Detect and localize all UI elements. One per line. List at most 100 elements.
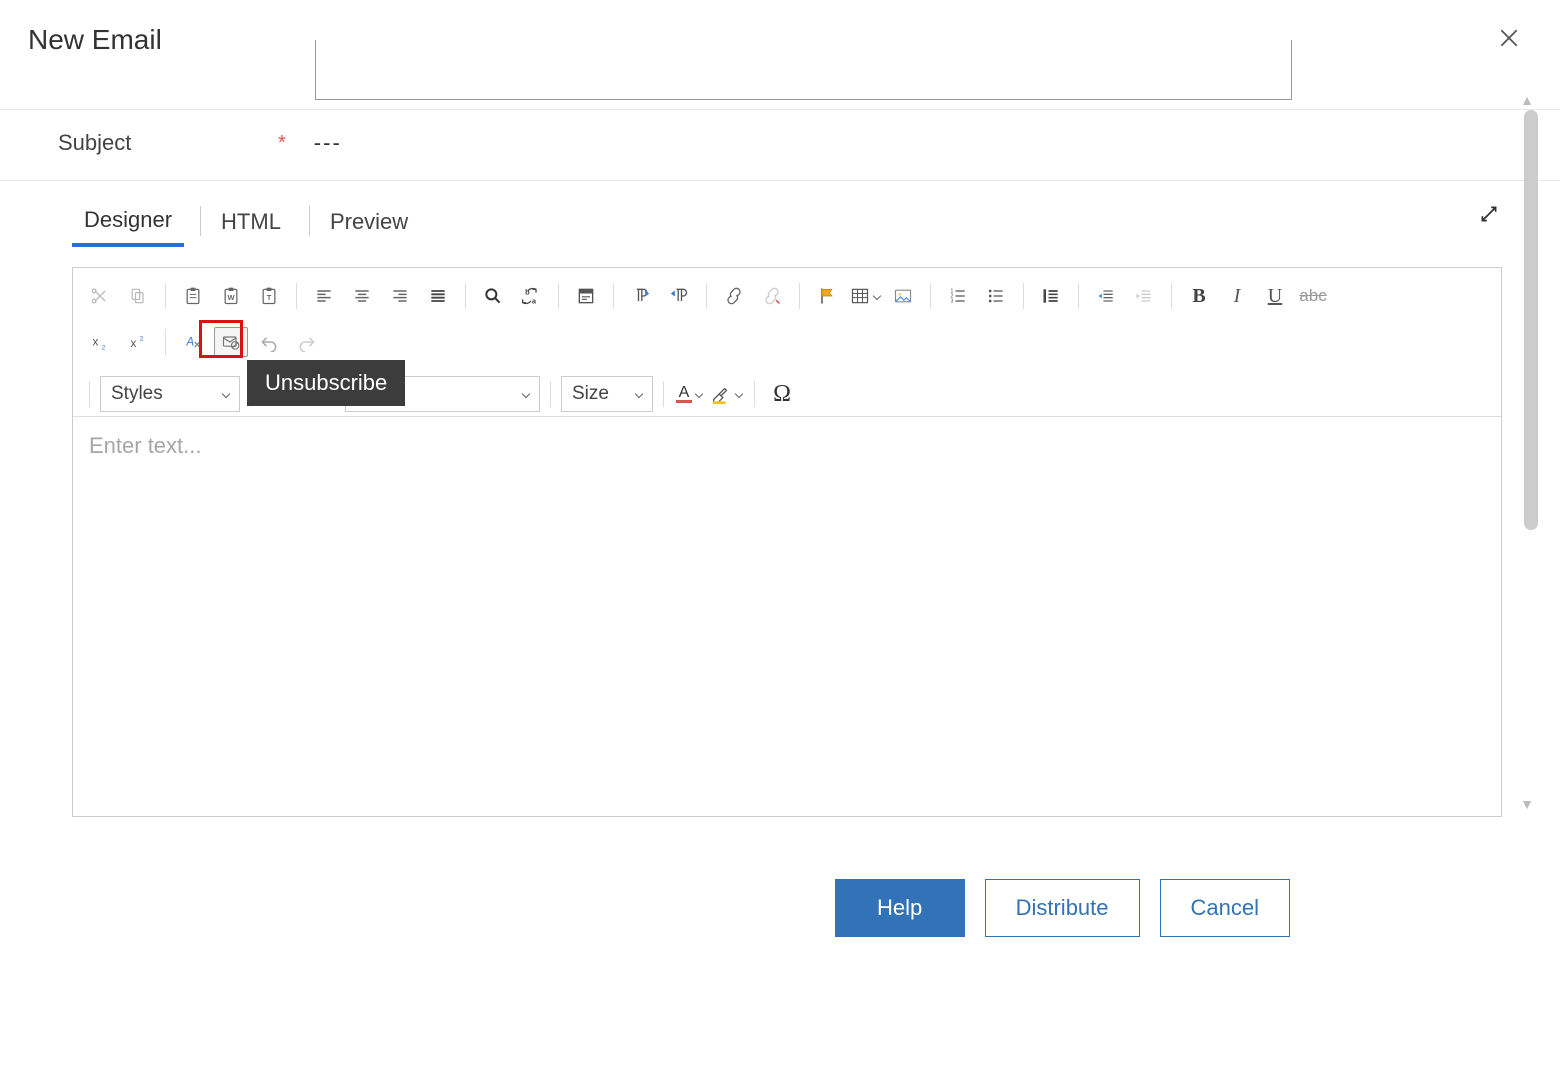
toolbar-separator — [465, 283, 466, 309]
undo-button[interactable] — [252, 327, 286, 357]
find-replace-icon: ba — [521, 286, 541, 306]
underline-icon: U — [1268, 285, 1282, 308]
text-color-icon: A — [676, 386, 692, 403]
rtl-icon — [669, 286, 689, 306]
bold-button[interactable]: B — [1182, 281, 1216, 311]
unsubscribe-icon — [221, 332, 241, 352]
caret-down-icon — [522, 390, 530, 398]
caret-down-icon — [695, 390, 703, 398]
ltr-button[interactable] — [624, 281, 658, 311]
unlink-icon — [762, 286, 782, 306]
align-center-button[interactable] — [345, 281, 379, 311]
editor-placeholder: Enter text... — [89, 433, 202, 458]
superscript-button[interactable]: x2 — [121, 327, 155, 357]
align-justify-button[interactable] — [421, 281, 455, 311]
bullet-list-button[interactable] — [979, 281, 1013, 311]
copy-button[interactable] — [121, 281, 155, 311]
styles-label: Styles — [111, 383, 163, 405]
help-button[interactable]: Help — [835, 879, 965, 937]
insert-image-button[interactable] — [886, 281, 920, 311]
distribute-button[interactable]: Distribute — [985, 879, 1140, 937]
cancel-button[interactable]: Cancel — [1160, 879, 1290, 937]
close-button[interactable] — [1498, 24, 1520, 56]
insert-table-button[interactable] — [848, 281, 882, 311]
unsubscribe-button[interactable] — [214, 327, 248, 357]
toolbar-separator — [89, 381, 90, 407]
caret-down-icon — [222, 390, 230, 398]
top-field-divider — [0, 80, 1560, 110]
tab-html[interactable]: HTML — [209, 203, 293, 245]
toolbar-separator — [296, 283, 297, 309]
size-select[interactable]: Size — [561, 376, 653, 412]
bold-icon: B — [1192, 285, 1205, 308]
remove-format-button[interactable]: A — [176, 327, 210, 357]
align-left-button[interactable] — [307, 281, 341, 311]
remove-link-button[interactable] — [755, 281, 789, 311]
scrollbar-thumb[interactable] — [1524, 110, 1538, 530]
underline-button[interactable]: U — [1258, 281, 1292, 311]
subscript-button[interactable]: x2 — [83, 327, 117, 357]
scroll-up[interactable]: ▲ — [1520, 92, 1534, 108]
omega-icon: Ω — [773, 381, 791, 408]
indent-icon — [1096, 286, 1116, 306]
svg-text:a: a — [532, 297, 537, 306]
align-left-icon — [314, 286, 334, 306]
cut-button[interactable] — [83, 281, 117, 311]
insert-link-button[interactable] — [717, 281, 751, 311]
tooltip-unsubscribe: Unsubscribe — [247, 360, 405, 406]
copy-icon — [128, 286, 148, 306]
tab-separator — [200, 206, 201, 236]
increase-indent-button[interactable] — [1089, 281, 1123, 311]
svg-text:T: T — [267, 293, 272, 302]
paste-as-text-button[interactable]: T — [252, 281, 286, 311]
toolbar-separator — [165, 283, 166, 309]
text-color-button[interactable]: A — [674, 379, 704, 409]
find-button[interactable] — [476, 281, 510, 311]
italic-icon: I — [1234, 285, 1241, 308]
numbered-list-button[interactable]: 123 — [941, 281, 975, 311]
caret-down-icon — [635, 390, 643, 398]
table-icon — [850, 286, 870, 306]
styles-select[interactable]: Styles — [100, 376, 240, 412]
decrease-indent-button[interactable] — [1127, 281, 1161, 311]
unordered-list-icon — [986, 286, 1006, 306]
editor-content[interactable]: Enter text... — [73, 417, 1501, 816]
close-icon — [1498, 27, 1520, 49]
size-label: Size — [572, 383, 609, 405]
clipboard-icon — [183, 286, 203, 306]
redo-button[interactable] — [290, 327, 324, 357]
undo-icon — [259, 332, 279, 352]
ltr-icon — [631, 286, 651, 306]
replace-button[interactable]: ba — [514, 281, 548, 311]
svg-text:2: 2 — [102, 345, 106, 352]
strikethrough-icon: abc — [1299, 286, 1326, 306]
paste-from-word-button[interactable]: W — [214, 281, 248, 311]
paste-button[interactable] — [176, 281, 210, 311]
scroll-down[interactable]: ▼ — [1520, 796, 1534, 812]
blockquote-button[interactable] — [1034, 281, 1068, 311]
italic-button[interactable]: I — [1220, 281, 1254, 311]
editor-toolbar: W T ba — [73, 268, 1501, 417]
expand-button[interactable] — [1478, 203, 1500, 231]
toolbar-separator — [706, 283, 707, 309]
subject-row: Subject * --- — [0, 110, 1560, 181]
strikethrough-button[interactable]: abc — [1296, 281, 1330, 311]
anchor-button[interactable] — [810, 281, 844, 311]
svg-text:W: W — [227, 293, 235, 302]
rtl-button[interactable] — [662, 281, 696, 311]
clipboard-text-icon: T — [259, 286, 279, 306]
toolbar-separator — [550, 381, 551, 407]
dialog-footer: Help Distribute Cancel — [835, 879, 1290, 937]
tab-preview[interactable]: Preview — [318, 203, 420, 245]
background-color-button[interactable] — [708, 379, 744, 409]
special-char-button[interactable]: Ω — [765, 379, 799, 409]
subject-value[interactable]: --- — [314, 130, 342, 156]
svg-text:x: x — [93, 335, 99, 348]
align-right-button[interactable] — [383, 281, 417, 311]
tab-designer[interactable]: Designer — [72, 201, 184, 247]
search-icon — [483, 286, 503, 306]
image-icon — [893, 286, 913, 306]
toolbar-separator — [558, 283, 559, 309]
svg-text:x: x — [131, 337, 137, 350]
templates-button[interactable] — [569, 281, 603, 311]
